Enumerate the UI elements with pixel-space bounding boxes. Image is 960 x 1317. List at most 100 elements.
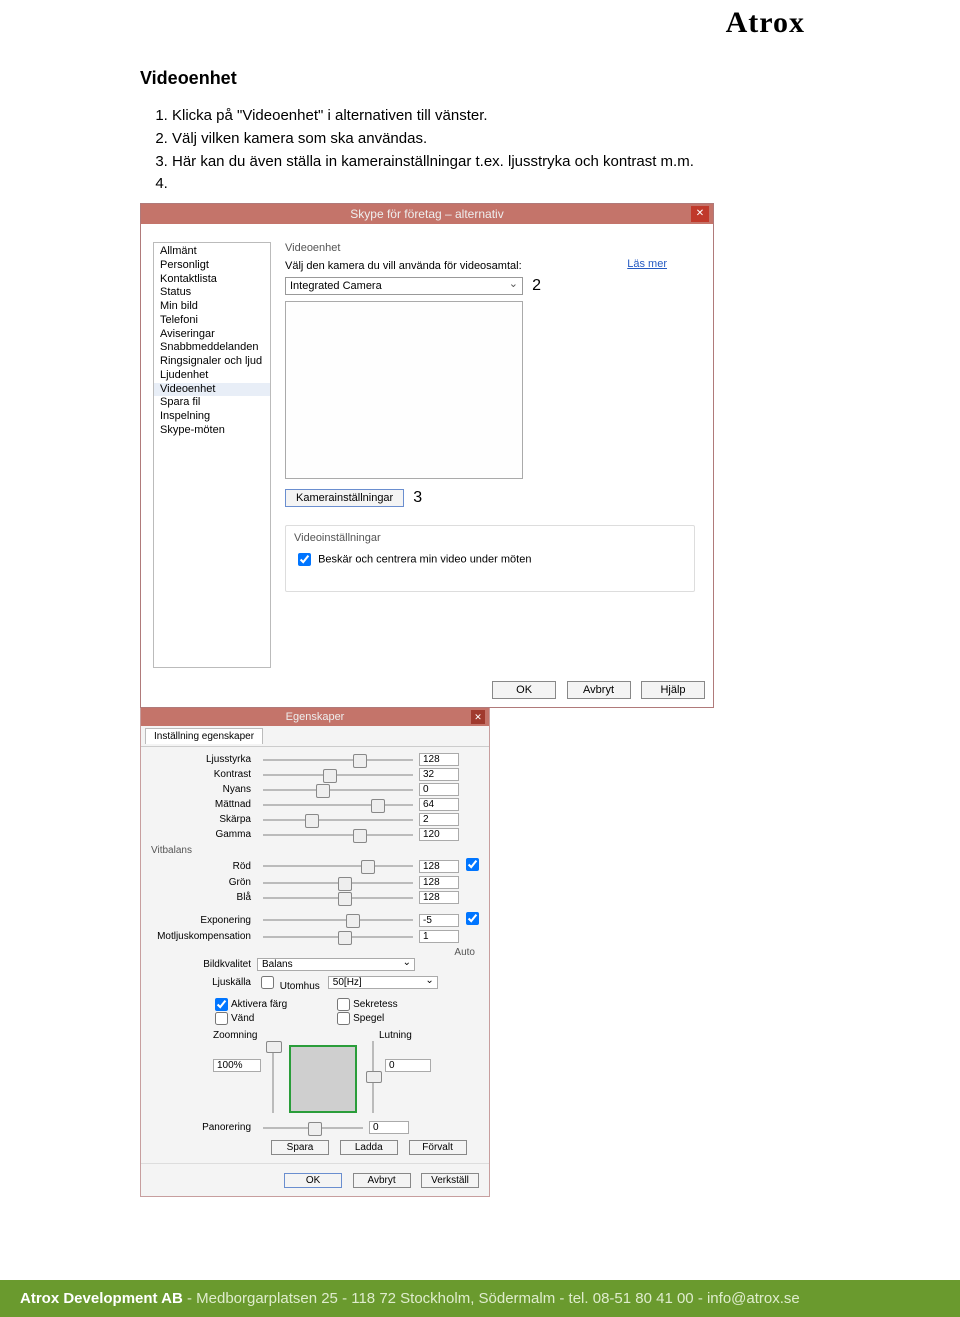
auto-column-header: Auto [151, 947, 479, 958]
save-button[interactable]: Spara [271, 1140, 329, 1155]
slider[interactable] [263, 772, 413, 778]
crop-center-checkbox[interactable] [298, 553, 311, 566]
help-button[interactable]: Hjälp [641, 681, 705, 699]
cancel-button[interactable]: Avbryt [567, 681, 631, 699]
slider[interactable] [263, 832, 413, 838]
sidebar-item[interactable]: Aviseringar [154, 328, 270, 342]
outdoor-checkbox[interactable] [261, 976, 274, 989]
sidebar-item[interactable]: Snabbmeddelanden [154, 341, 270, 355]
slider-label: Exponering [151, 915, 257, 926]
slider-label: Kontrast [151, 769, 257, 780]
option-checkbox[interactable] [337, 998, 350, 1011]
instruction-step: Klicka på "Videoenhet" i alternativen ti… [172, 105, 820, 127]
zoom-value[interactable]: 100% [213, 1059, 261, 1072]
cancel-button[interactable]: Avbryt [353, 1173, 411, 1188]
slider[interactable] [263, 880, 413, 886]
footer-company: Atrox Development AB [20, 1290, 183, 1307]
slider-value[interactable]: 128 [419, 891, 459, 904]
slider[interactable] [263, 934, 413, 940]
whitebalance-heading: Vitbalans [151, 845, 479, 856]
zoom-slider[interactable] [267, 1041, 279, 1113]
auto-checkbox[interactable] [466, 858, 479, 871]
sidebar-item[interactable]: Kontaktlista [154, 273, 270, 287]
camera-select[interactable]: Integrated Camera [285, 277, 523, 295]
slider-value[interactable]: 128 [419, 753, 459, 766]
slider-value[interactable]: 0 [419, 783, 459, 796]
sidebar-item[interactable]: Personligt [154, 259, 270, 273]
tilt-slider[interactable] [367, 1041, 379, 1113]
slider[interactable] [263, 895, 413, 901]
footer-contact: - Medborgarplatsen 25 - 118 72 Stockholm… [183, 1290, 800, 1307]
slider[interactable] [263, 863, 413, 869]
slider-value[interactable]: 128 [419, 876, 459, 889]
slider-label: Nyans [151, 784, 257, 795]
close-button[interactable]: ✕ [691, 206, 709, 222]
brand-logo: Atrox [0, 0, 960, 40]
option-checkbox[interactable] [337, 1012, 350, 1025]
sidebar-item[interactable]: Status [154, 286, 270, 300]
page-title: Videoenhet [140, 68, 820, 89]
options-dialog: Skype för företag – alternativ ✕ Allmänt… [140, 203, 714, 708]
option-checkbox[interactable] [215, 998, 228, 1011]
sidebar-item[interactable]: Telefoni [154, 314, 270, 328]
image-quality-select[interactable]: Balans [257, 958, 415, 971]
sidebar-item[interactable]: Spara fil [154, 396, 270, 410]
instruction-list: Klicka på "Videoenhet" i alternativen ti… [172, 105, 820, 195]
properties-dialog: Egenskaper ✕ Inställning egenskaper Ljus… [140, 707, 490, 1197]
slider[interactable] [263, 802, 413, 808]
slider-label: Ljusstyrka [151, 754, 257, 765]
sidebar-item[interactable]: Ringsignaler och ljud [154, 355, 270, 369]
dialog-title-bar: Egenskaper ✕ [141, 708, 489, 726]
dialog-title: Egenskaper [286, 711, 345, 723]
slider-value[interactable]: 120 [419, 828, 459, 841]
ok-button[interactable]: OK [284, 1173, 342, 1188]
slider-label: Gamma [151, 829, 257, 840]
page-footer: Atrox Development AB - Medborgarplatsen … [0, 1280, 960, 1317]
slider-value[interactable]: -5 [419, 914, 459, 927]
load-button[interactable]: Ladda [340, 1140, 398, 1155]
default-button[interactable]: Förvalt [409, 1140, 467, 1155]
instruction-step [172, 173, 820, 195]
light-source-select[interactable]: 50[Hz] [328, 976, 438, 989]
slider-value[interactable]: 32 [419, 768, 459, 781]
sidebar-item[interactable]: Videoenhet [154, 383, 270, 397]
sidebar-item[interactable]: Allmänt [154, 245, 270, 259]
sidebar-item[interactable]: Min bild [154, 300, 270, 314]
slider-value[interactable]: 2 [419, 813, 459, 826]
tab-settings[interactable]: Inställning egenskaper [145, 728, 263, 744]
instruction-step: Välj vilken kamera som ska användas. [172, 128, 820, 150]
option-label: Vänd [231, 1013, 254, 1024]
sidebar-item[interactable]: Inspelning [154, 410, 270, 424]
sidebar-item[interactable]: Skype-möten [154, 424, 270, 438]
zoom-label: Zoomning [213, 1030, 263, 1041]
slider-label: Röd [151, 861, 257, 872]
apply-button[interactable]: Verkställ [421, 1173, 479, 1188]
slider-value[interactable]: 64 [419, 798, 459, 811]
slider-label: Grön [151, 877, 257, 888]
tilt-value[interactable]: 0 [385, 1059, 431, 1072]
close-button[interactable]: ✕ [471, 710, 485, 724]
options-sidebar: AllmäntPersonligtKontaktlistaStatusMin b… [153, 242, 271, 668]
annotation-3: 3 [413, 489, 422, 507]
pan-label: Panorering [151, 1122, 257, 1133]
pan-value[interactable]: 0 [369, 1121, 409, 1134]
slider[interactable] [263, 787, 413, 793]
slider-value[interactable]: 128 [419, 860, 459, 873]
ok-button[interactable]: OK [492, 681, 556, 699]
slider[interactable] [263, 757, 413, 763]
sidebar-item[interactable]: Ljudenhet [154, 369, 270, 383]
outdoor-label: Utomhus [280, 981, 320, 992]
section-heading: Videoenhet [285, 242, 701, 254]
slider-label: Motljuskompensation [151, 931, 257, 942]
learn-more-link[interactable]: Läs mer [627, 258, 667, 270]
dialog-title-bar: Skype för företag – alternativ ✕ [141, 204, 713, 224]
slider[interactable] [263, 917, 413, 923]
tilt-label: Lutning [263, 1030, 413, 1041]
option-checkbox[interactable] [215, 1012, 228, 1025]
auto-checkbox[interactable] [466, 912, 479, 925]
slider[interactable] [263, 817, 413, 823]
camera-settings-button[interactable]: Kamerainställningar [285, 489, 404, 507]
pan-slider[interactable] [263, 1125, 363, 1131]
light-source-label: Ljuskälla [151, 977, 257, 988]
slider-value[interactable]: 1 [419, 930, 459, 943]
